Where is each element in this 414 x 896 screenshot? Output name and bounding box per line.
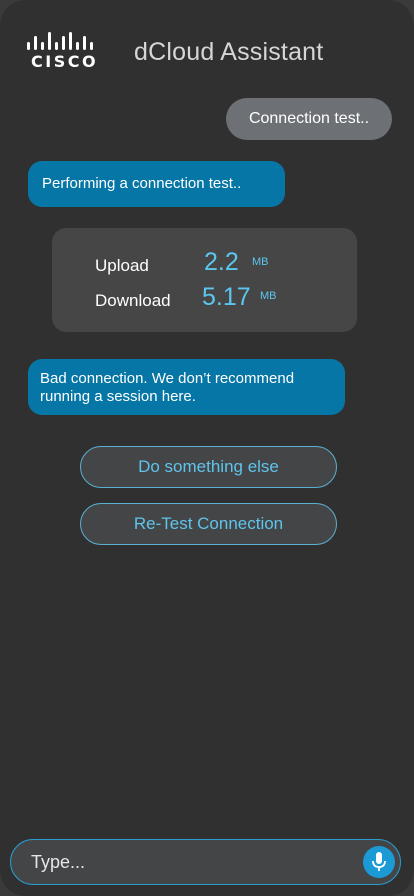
- cisco-logo-text: CISCO: [31, 52, 99, 71]
- cisco-bars-icon: [27, 32, 93, 50]
- do-something-else-label: Do something else: [138, 457, 279, 476]
- header: CISCO dCloud Assistant: [0, 0, 414, 90]
- assistant-message-bubble: Bad connection. We don’t recommend runni…: [28, 359, 345, 415]
- user-message-text: Connection test..: [248, 110, 370, 127]
- download-unit: MB: [260, 290, 277, 302]
- user-message-bubble: Connection test..: [226, 98, 392, 140]
- microphone-icon: [372, 852, 386, 871]
- assistant-message-text: Performing a connection test..: [42, 175, 242, 192]
- download-label: Download: [95, 291, 171, 310]
- upload-value: 2.2: [204, 248, 239, 276]
- retest-connection-button[interactable]: Re-Test Connection: [80, 503, 337, 545]
- app-title: dCloud Assistant: [134, 38, 324, 66]
- upload-unit: MB: [252, 256, 269, 268]
- do-something-else-button[interactable]: Do something else: [80, 446, 337, 488]
- message-composer: [10, 839, 401, 885]
- retest-connection-label: Re-Test Connection: [133, 514, 284, 533]
- cisco-logo: CISCO: [26, 30, 96, 72]
- microphone-button[interactable]: [363, 846, 395, 878]
- upload-label: Upload: [95, 256, 149, 275]
- message-input[interactable]: [31, 840, 351, 884]
- assistant-message-bubble: Performing a connection test..: [28, 161, 285, 207]
- assistant-message-text: Bad connection. We don’t recommend runni…: [40, 370, 295, 405]
- download-value: 5.17: [202, 283, 251, 311]
- speed-test-card: Upload 2.2 MB Download 5.17 MB: [52, 228, 357, 332]
- app-screen: CISCO dCloud Assistant Connection test..…: [0, 0, 414, 896]
